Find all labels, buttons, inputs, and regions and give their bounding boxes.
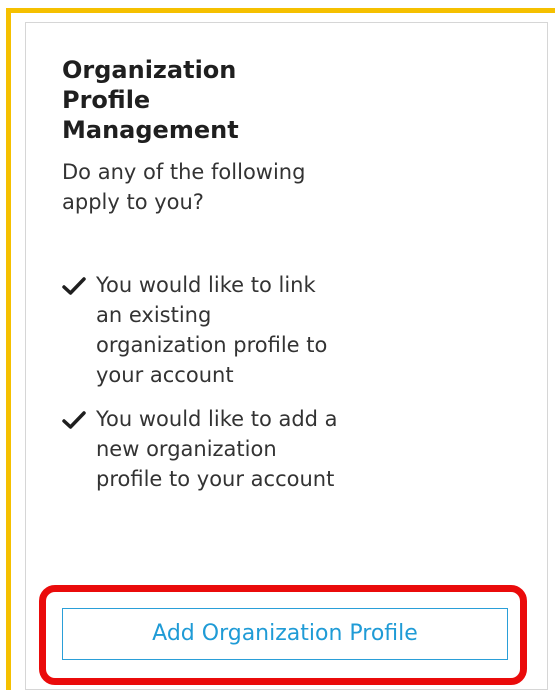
card-intro-question: Do any of the following apply to you? <box>62 160 306 214</box>
list-item: You would like to link an existing organ… <box>62 270 342 390</box>
checkmark-icon <box>62 411 86 429</box>
add-organization-profile-button[interactable]: Add Organization Profile <box>62 608 508 660</box>
criteria-list: You would like to link an existing organ… <box>62 270 342 494</box>
checkmark-icon <box>62 277 86 295</box>
criteria-item-text: You would like to link an existing organ… <box>96 273 328 387</box>
list-item: You would like to add a new organization… <box>62 404 342 494</box>
card-title: Organization Profile Management <box>62 56 239 144</box>
criteria-item-text: You would like to add a new organization… <box>96 407 338 491</box>
